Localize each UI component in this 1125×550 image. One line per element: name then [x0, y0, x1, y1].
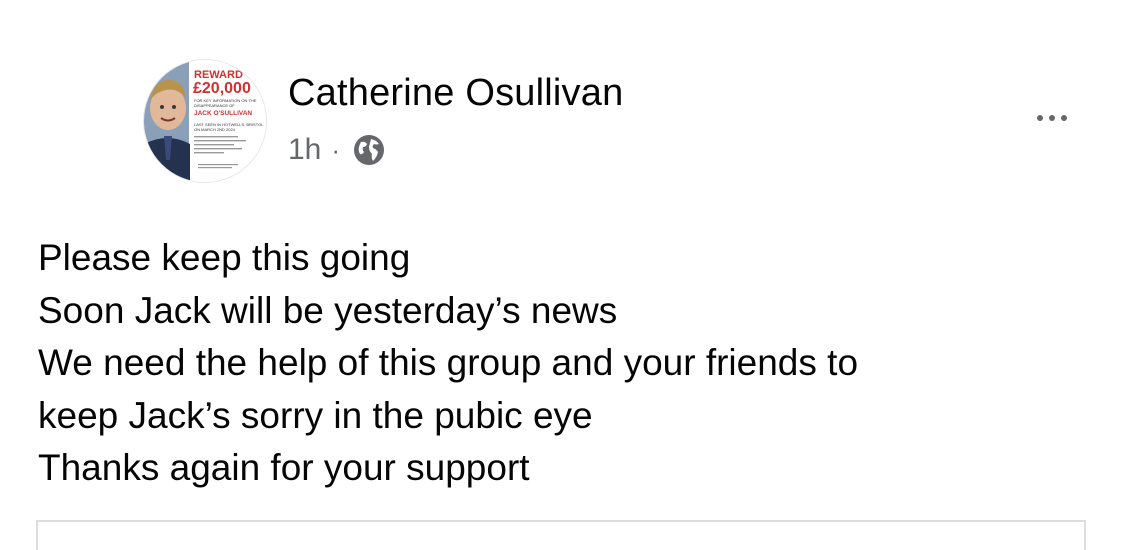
post-line: We need the help of this group and your …	[38, 342, 859, 383]
post-line: Thanks again for your support	[38, 447, 530, 488]
poster-reward-amount: £20,000	[193, 80, 251, 97]
post-meta: 1h ·	[288, 130, 386, 170]
post-line: Soon Jack will be yesterday’s news	[38, 289, 618, 331]
post-text: Please keep this going Soon Jack will be…	[38, 232, 1098, 495]
meta-separator: ·	[331, 134, 341, 165]
poster-name: JACK O'SULLIVAN	[194, 110, 252, 117]
poster-date: ON MARCH 2ND 2024	[194, 127, 236, 132]
shared-attachment-card[interactable]	[36, 520, 1086, 550]
globe-icon[interactable]	[352, 133, 386, 167]
post-line: keep Jack’s sorry in the pubic eye	[38, 394, 593, 436]
author-name[interactable]: Catherine Osullivan	[288, 72, 623, 115]
post-timestamp[interactable]: 1h	[288, 133, 321, 167]
avatar[interactable]: REWARD £20,000 FOR KEY INFORMATION ON TH…	[143, 59, 267, 183]
more-horizontal-icon[interactable]	[1030, 108, 1090, 128]
post-header: REWARD £20,000 FOR KEY INFORMATION ON TH…	[0, 0, 1125, 200]
poster-line-2: DISAPPEARANCE OF	[194, 103, 235, 108]
avatar-image: REWARD £20,000 FOR KEY INFORMATION ON TH…	[144, 60, 266, 182]
post-line: Please keep this going	[38, 237, 411, 278]
